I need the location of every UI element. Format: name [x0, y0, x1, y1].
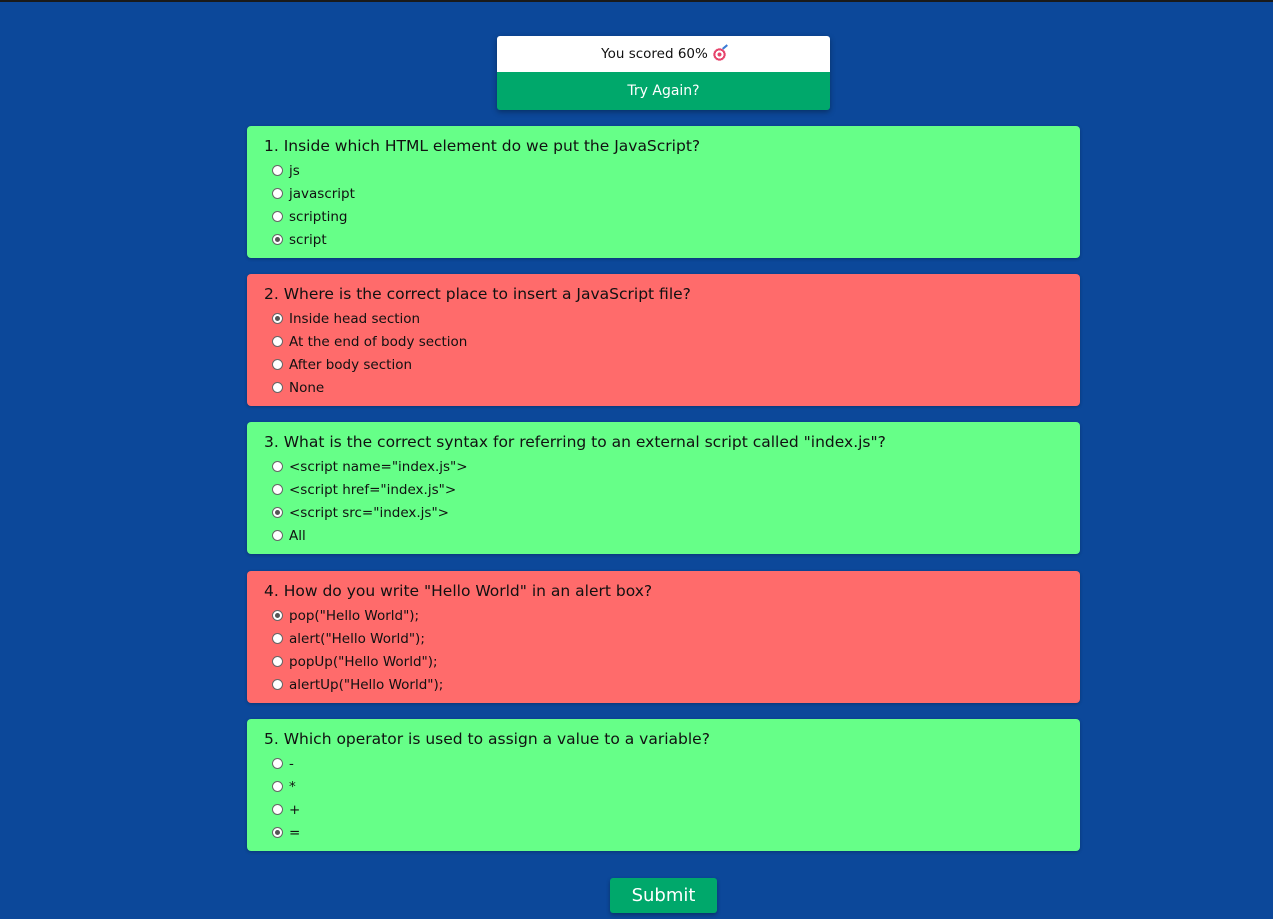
answer-label: None	[289, 379, 325, 396]
answer-option[interactable]: alert("Hello World");	[264, 627, 1063, 650]
radio-button[interactable]	[272, 484, 283, 495]
question-card-2: 2. Where is the correct place to insert …	[247, 274, 1080, 406]
radio-button[interactable]	[272, 382, 283, 393]
try-again-button[interactable]: Try Again?	[497, 72, 830, 110]
answer-option[interactable]: javascript	[264, 182, 1063, 205]
target-icon	[712, 47, 726, 61]
radio-button[interactable]	[272, 679, 283, 690]
answer-label: *	[289, 778, 296, 795]
radio-button-selected[interactable]	[272, 507, 283, 518]
question-card-1: 1. Inside which HTML element do we put t…	[247, 126, 1080, 258]
answer-label: pop("Hello World");	[289, 607, 420, 624]
question-title: 1. Inside which HTML element do we put t…	[264, 137, 701, 155]
radio-button-selected[interactable]	[272, 313, 283, 324]
answer-label: -	[289, 755, 294, 772]
question-title: 3. What is the correct syntax for referr…	[264, 433, 886, 451]
radio-button-selected[interactable]	[272, 610, 283, 621]
question-title: 4. How do you write "Hello World" in an …	[264, 582, 653, 600]
answer-label: scripting	[289, 208, 348, 225]
answer-option[interactable]: js	[264, 159, 1063, 182]
answer-label: popUp("Hello World");	[289, 653, 438, 670]
answer-label: <script name="index.js">	[289, 458, 468, 475]
radio-button[interactable]	[272, 336, 283, 347]
answer-option[interactable]: <script href="index.js">	[264, 478, 1063, 501]
radio-button[interactable]	[272, 633, 283, 644]
score-panel: You scored 60% Try Again?	[497, 36, 830, 110]
radio-button[interactable]	[272, 165, 283, 176]
answer-option[interactable]: script	[264, 228, 1063, 251]
answer-option[interactable]: <script src="index.js">	[264, 501, 1063, 524]
radio-button[interactable]	[272, 758, 283, 769]
answer-label: All	[289, 527, 306, 544]
radio-button[interactable]	[272, 804, 283, 815]
answer-option[interactable]: All	[264, 524, 1063, 547]
question-title: 5. Which operator is used to assign a va…	[264, 730, 710, 748]
answer-option[interactable]: pop("Hello World");	[264, 604, 1063, 627]
answer-option[interactable]: -	[264, 752, 1063, 775]
answer-label: javascript	[289, 185, 355, 202]
answer-option[interactable]: None	[264, 376, 1063, 399]
answer-label: =	[289, 824, 301, 841]
radio-button[interactable]	[272, 461, 283, 472]
answer-option[interactable]: +	[264, 798, 1063, 821]
score-text: You scored 60%	[601, 46, 708, 62]
answer-option[interactable]: <script name="index.js">	[264, 455, 1063, 478]
answer-option[interactable]: After body section	[264, 353, 1063, 376]
answer-option[interactable]: alertUp("Hello World");	[264, 673, 1063, 696]
answer-label: +	[289, 801, 301, 818]
answer-option[interactable]: Inside head section	[264, 307, 1063, 330]
answer-label: After body section	[289, 356, 413, 373]
answer-label: <script href="index.js">	[289, 481, 457, 498]
radio-button[interactable]	[272, 359, 283, 370]
score-display: You scored 60%	[497, 36, 830, 72]
answer-label: alertUp("Hello World");	[289, 676, 444, 693]
answer-option[interactable]: =	[264, 821, 1063, 844]
radio-button[interactable]	[272, 656, 283, 667]
answer-option[interactable]: popUp("Hello World");	[264, 650, 1063, 673]
answer-option[interactable]: *	[264, 775, 1063, 798]
radio-button-selected[interactable]	[272, 234, 283, 245]
question-card-3: 3. What is the correct syntax for referr…	[247, 422, 1080, 554]
radio-button[interactable]	[272, 188, 283, 199]
answer-label: js	[289, 162, 300, 179]
radio-button[interactable]	[272, 530, 283, 541]
submit-button[interactable]: Submit	[610, 878, 717, 913]
answer-label: Inside head section	[289, 310, 421, 327]
radio-button[interactable]	[272, 781, 283, 792]
answer-option[interactable]: scripting	[264, 205, 1063, 228]
answer-label: <script src="index.js">	[289, 504, 449, 521]
question-title: 2. Where is the correct place to insert …	[264, 285, 691, 303]
answer-label: script	[289, 231, 327, 248]
radio-button-selected[interactable]	[272, 827, 283, 838]
answer-label: At the end of body section	[289, 333, 468, 350]
question-card-5: 5. Which operator is used to assign a va…	[247, 719, 1080, 851]
answer-label: alert("Hello World");	[289, 630, 425, 647]
radio-button[interactable]	[272, 211, 283, 222]
answer-option[interactable]: At the end of body section	[264, 330, 1063, 353]
question-card-4: 4. How do you write "Hello World" in an …	[247, 571, 1080, 703]
